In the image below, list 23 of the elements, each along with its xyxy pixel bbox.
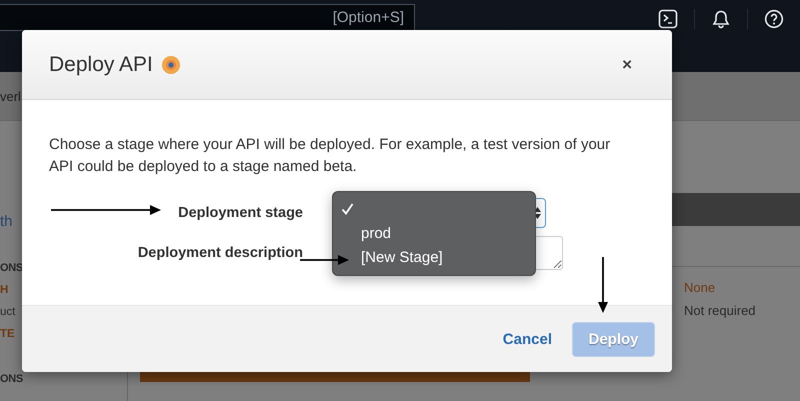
field-label: Deployment description [138,245,303,261]
field-label: Deployment stage [178,205,303,221]
dropdown-option[interactable]: [New Stage] [333,246,535,270]
sidebar-text: ONS [0,372,23,387]
page-title-fragment: verl [0,88,21,104]
sidebar-text: TE [0,327,15,342]
cancel-link[interactable]: Cancel [502,330,552,348]
sidebar-text: uct [0,305,16,320]
search-field[interactable]: [Option+S] [0,4,415,31]
help-icon[interactable] [764,9,784,29]
dropdown-option[interactable]: prod [333,221,535,246]
close-button[interactable]: × [622,54,632,74]
sidebar-text: ONS [0,261,23,276]
detail-value: None [684,280,716,295]
dialog-description: Choose a stage where your API will be deployed. For example, a test version of your API could be deployed to a stage named beta. [49,135,612,177]
terminal-icon[interactable] [658,9,678,29]
sidebar-text: H [0,283,8,298]
status-icon [160,54,181,74]
bell-icon[interactable] [711,9,731,29]
checkmark-icon [341,203,354,216]
detail-value: Not required [684,303,757,318]
annotation-arrow [598,257,608,313]
dialog-title: Deploy API [49,52,153,76]
